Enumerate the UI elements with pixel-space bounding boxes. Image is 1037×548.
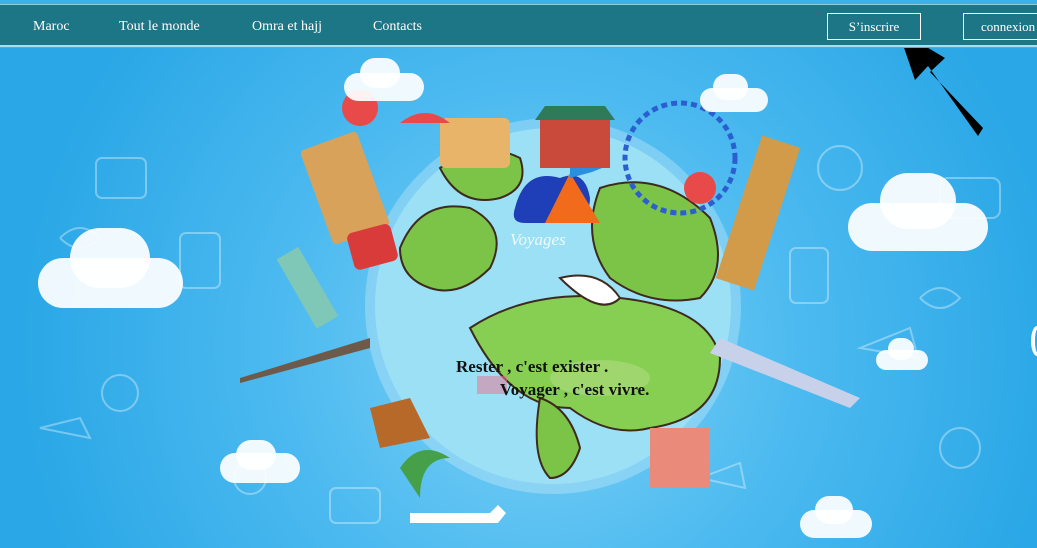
annotation-arrow [904,48,983,136]
slogan-line-2: Voyager , c'est vivre. [500,380,650,399]
login-button[interactable]: connexion [963,13,1037,40]
carousel-edge-icon [1031,326,1037,356]
logo-text: Voyages [510,230,566,249]
slogan-line-1: Rester , c'est exister . [456,357,609,376]
cloud [70,228,150,288]
nav-link-maroc[interactable]: Maroc [33,19,70,35]
nav-link-tout-le-monde[interactable]: Tout le monde [119,19,200,35]
cloud [236,440,276,470]
top-navbar: Maroc Tout le monde Omra et hajj Contact… [0,4,1037,47]
cloud [713,74,748,100]
hero-banner: Voyages Rester , c'est exister . Voyager… [0,48,1037,548]
nav-link-omra-et-hajj[interactable]: Omra et hajj [252,19,322,35]
cloud [888,338,914,360]
nav-link-contacts[interactable]: Contacts [373,19,422,35]
cloud [815,496,853,524]
cloud [880,173,956,229]
signup-button[interactable]: S’inscrire [827,13,921,40]
cloud [360,58,400,88]
